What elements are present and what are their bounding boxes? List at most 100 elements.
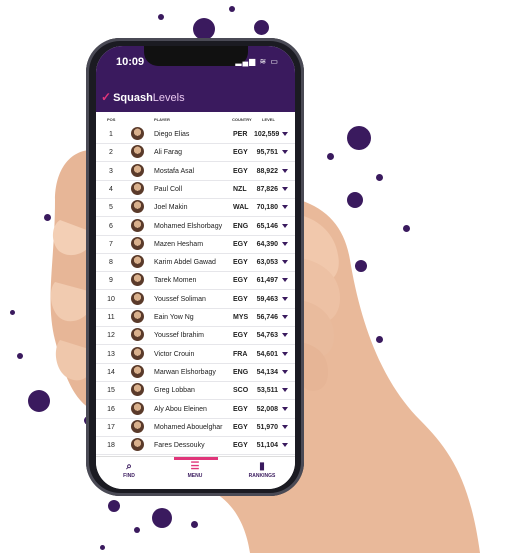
table-row[interactable]: 18 Fares Dessouky EGY 51,104 [96, 436, 295, 456]
rank-position: 9 [109, 277, 113, 285]
table-row[interactable]: 9 Tarek Momen EGY 61,497 [96, 271, 295, 291]
rank-position: 5 [109, 204, 113, 212]
chevron-down-icon[interactable] [282, 315, 288, 319]
chevron-down-icon[interactable] [282, 186, 288, 191]
player-name[interactable]: Karim Abdel Gawad [154, 259, 216, 266]
table-row[interactable]: 1 Diego Elias PER 102,559 [96, 125, 295, 144]
chevron-down-icon[interactable] [282, 278, 288, 283]
player-name[interactable]: Youssef Soliman [154, 296, 206, 303]
player-name[interactable]: Mohamed Abouelghar [154, 424, 223, 431]
player-level: 54,134 [256, 368, 278, 376]
rank-position: 2 [109, 149, 113, 157]
player-name[interactable]: Victor Crouin [154, 351, 194, 358]
table-row[interactable]: 15 Greg Lobban SCO 53,511 [96, 381, 295, 401]
player-name[interactable]: Youssef Ibrahim [154, 332, 204, 339]
player-level: 59,463 [256, 295, 278, 303]
rank-position: 1 [109, 131, 113, 138]
rank-position: 14 [107, 368, 115, 376]
avatar [131, 200, 144, 214]
bar-chart-icon: ▮ [259, 461, 265, 472]
player-name[interactable]: Diego Elias [154, 131, 189, 138]
table-row[interactable]: 4 Paul Coll NZL 87,826 [96, 180, 295, 199]
avatar [131, 163, 144, 177]
table-row[interactable]: 12 Youssef Ibrahim EGY 54,763 [96, 326, 295, 346]
col-country: COUNTRY [232, 117, 252, 122]
player-name[interactable]: Aly Abou Eleinen [154, 406, 207, 413]
logo-check-icon: ✓ [101, 90, 112, 104]
player-name[interactable]: Mostafa Asal [154, 168, 194, 175]
rank-position: 16 [107, 405, 115, 413]
col-level: LEVEL [262, 117, 275, 122]
chevron-down-icon[interactable] [282, 406, 288, 411]
squashlevels-logo[interactable]: ✓ SquashLevels [101, 90, 185, 104]
country-code: EGY [233, 167, 248, 175]
rank-position: 8 [109, 259, 113, 267]
nav-menu[interactable]: ☰ MENU [162, 461, 228, 479]
table-row[interactable]: 7 Mazen Hesham EGY 64,390 [96, 235, 295, 254]
signal-wifi-battery-icon: ▂▄▆ ≋ ▭ [235, 57, 279, 66]
country-code: WAL [233, 204, 249, 212]
chevron-down-icon[interactable] [282, 424, 288, 429]
nav-find[interactable]: ⌕ FIND [96, 461, 162, 479]
table-row[interactable]: 16 Aly Abou Eleinen EGY 52,008 [96, 400, 295, 419]
chevron-down-icon[interactable] [282, 223, 288, 228]
country-code: EGY [233, 277, 248, 285]
table-row[interactable]: 10 Youssef Soliman EGY 59,463 [96, 290, 295, 309]
table-row[interactable]: 14 Marwan Elshorbagy ENG 54,134 [96, 363, 295, 382]
country-code: EGY [233, 149, 248, 157]
avatar [131, 346, 144, 360]
player-name[interactable]: Paul Coll [154, 186, 182, 193]
player-name[interactable]: Mazen Hesham [154, 241, 203, 248]
player-level: 54,601 [256, 350, 278, 358]
avatar [131, 438, 144, 452]
chevron-down-icon[interactable] [282, 333, 288, 338]
table-row[interactable]: 5 Joel Makin WAL 70,180 [96, 198, 295, 218]
table-row[interactable]: 17 Mohamed Abouelghar EGY 51,970 [96, 418, 295, 437]
chevron-down-icon[interactable] [282, 132, 288, 136]
rank-position: 17 [107, 423, 115, 431]
chevron-down-icon[interactable] [282, 443, 288, 448]
chevron-down-icon[interactable] [282, 260, 288, 265]
rank-position: 6 [109, 222, 113, 230]
chevron-down-icon[interactable] [282, 296, 288, 301]
chevron-down-icon[interactable] [282, 369, 288, 374]
player-name[interactable]: Marwan Elshorbagy [154, 369, 216, 376]
country-code: FRA [233, 350, 248, 358]
player-level: 54,763 [256, 332, 278, 340]
chevron-down-icon[interactable] [282, 205, 288, 210]
nav-rankings[interactable]: ▮ RANKINGS [229, 461, 295, 479]
table-row[interactable]: 11 Eain Yow Ng MYS 56,746 [96, 308, 295, 327]
brand-name-b: Levels [152, 92, 185, 104]
chevron-down-icon[interactable] [282, 168, 288, 173]
table-row[interactable]: 3 Mostafa Asal EGY 88,922 [96, 162, 295, 181]
country-code: EGY [233, 423, 248, 431]
chevron-down-icon[interactable] [282, 241, 288, 246]
player-name[interactable]: Joel Makin [154, 204, 187, 211]
avatar [131, 236, 144, 250]
avatar [131, 273, 144, 287]
table-row[interactable]: 8 Karim Abdel Gawad EGY 63,053 [96, 253, 295, 273]
player-name[interactable]: Tarek Momen [154, 277, 196, 284]
col-player: PLAYER [154, 117, 170, 122]
player-name[interactable]: Fares Dessouky [154, 442, 205, 449]
chevron-down-icon[interactable] [282, 388, 288, 393]
player-level: 51,970 [256, 423, 278, 431]
table-row[interactable]: 13 Victor Crouin FRA 54,601 [96, 345, 295, 364]
rank-position: 3 [109, 167, 113, 175]
chevron-down-icon[interactable] [282, 150, 288, 155]
country-code: SCO [233, 387, 249, 395]
avatar [131, 255, 144, 269]
player-level: 64,390 [256, 240, 278, 248]
country-code: ENG [233, 368, 249, 376]
table-row[interactable]: 2 Ali Farag EGY 95,751 [96, 143, 295, 163]
avatar [131, 383, 144, 397]
player-name[interactable]: Greg Lobban [154, 387, 195, 394]
phone-screen: 10:09 ▂▄▆ ≋ ▭ ✓ SquashLevels POS PLAYER C… [96, 46, 295, 489]
table-row[interactable]: 6 Mohamed Elshorbagy ENG 65,146 [96, 217, 295, 236]
avatar [131, 181, 144, 195]
player-name[interactable]: Ali Farag [154, 149, 182, 156]
rank-position: 18 [107, 442, 115, 450]
player-name[interactable]: Eain Yow Ng [154, 314, 194, 321]
player-name[interactable]: Mohamed Elshorbagy [154, 223, 222, 230]
chevron-down-icon[interactable] [282, 351, 288, 356]
